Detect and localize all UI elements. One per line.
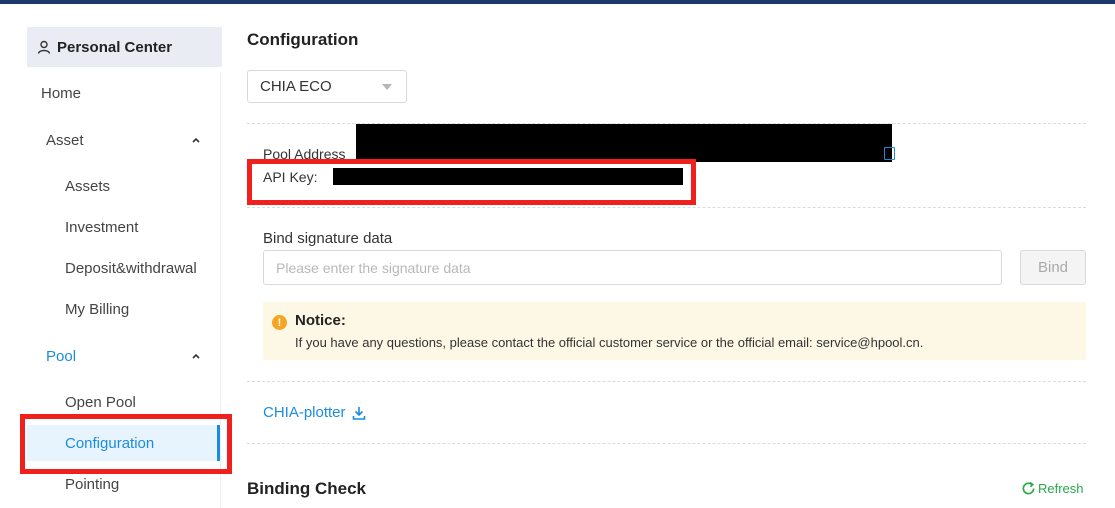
refresh-button[interactable]: Refresh bbox=[1021, 481, 1084, 496]
coin-select[interactable]: CHIA ECO bbox=[247, 70, 407, 103]
user-icon bbox=[37, 40, 51, 54]
sidebar-item-label: Assets bbox=[65, 177, 111, 195]
sidebar-item-label: Pointing bbox=[65, 475, 120, 493]
download-icon bbox=[352, 406, 365, 420]
sidebar-item-label: My Billing bbox=[65, 300, 130, 318]
divider bbox=[247, 443, 1086, 444]
chevron-up-icon bbox=[192, 137, 200, 143]
page-title: Configuration bbox=[247, 30, 359, 49]
chevron-up-icon bbox=[192, 353, 200, 359]
sidebar-item-label: Home bbox=[41, 84, 82, 102]
highlight-box-api-key bbox=[247, 159, 696, 205]
sidebar-item-label: Investment bbox=[65, 218, 139, 236]
sidebar-item-label: Asset bbox=[46, 131, 84, 149]
signature-input[interactable] bbox=[263, 250, 1002, 285]
bind-signature-label: Bind signature data bbox=[263, 230, 393, 247]
sidebar-item-assets[interactable]: Assets bbox=[27, 168, 220, 204]
sidebar-item-pool[interactable]: Pool bbox=[27, 338, 220, 374]
refresh-icon bbox=[1022, 481, 1035, 495]
bind-button[interactable]: Bind bbox=[1020, 250, 1086, 285]
notice-title: Notice: bbox=[295, 312, 346, 329]
notice-text: If you have any questions, please contac… bbox=[295, 335, 924, 350]
sidebar-item-asset[interactable]: Asset bbox=[27, 122, 220, 158]
sidebar-item-label: Open Pool bbox=[65, 393, 136, 411]
refresh-label: Refresh bbox=[1038, 481, 1084, 496]
coin-select-value: CHIA ECO bbox=[260, 78, 332, 95]
highlight-box-configuration bbox=[20, 414, 232, 474]
chia-plotter-label: CHIA-plotter bbox=[263, 404, 346, 421]
sidebar-item-label: Deposit&withdrawal bbox=[65, 259, 197, 277]
redacted-pool-address bbox=[356, 124, 892, 162]
chia-plotter-link[interactable]: CHIA-plotter bbox=[263, 404, 366, 421]
sidebar-item-my-billing[interactable]: My Billing bbox=[27, 291, 220, 327]
notice-box: ! Notice: If you have any questions, ple… bbox=[263, 302, 1086, 360]
binding-check-title: Binding Check bbox=[247, 479, 367, 498]
sidebar-item-home[interactable]: Home bbox=[27, 75, 220, 111]
sidebar-item-investment[interactable]: Investment bbox=[27, 209, 220, 245]
sidebar-item-deposit-withdrawal[interactable]: Deposit&withdrawal bbox=[27, 250, 220, 286]
dropdown-caret-icon bbox=[382, 84, 392, 90]
top-bar bbox=[0, 0, 1115, 4]
divider bbox=[247, 207, 1086, 208]
divider bbox=[247, 381, 1086, 382]
warning-icon: ! bbox=[272, 315, 287, 330]
personal-center-label: Personal Center bbox=[57, 38, 173, 56]
copy-icon[interactable] bbox=[884, 147, 895, 160]
sidebar-item-label: Pool bbox=[46, 347, 77, 365]
personal-center-header[interactable]: Personal Center bbox=[27, 27, 222, 67]
